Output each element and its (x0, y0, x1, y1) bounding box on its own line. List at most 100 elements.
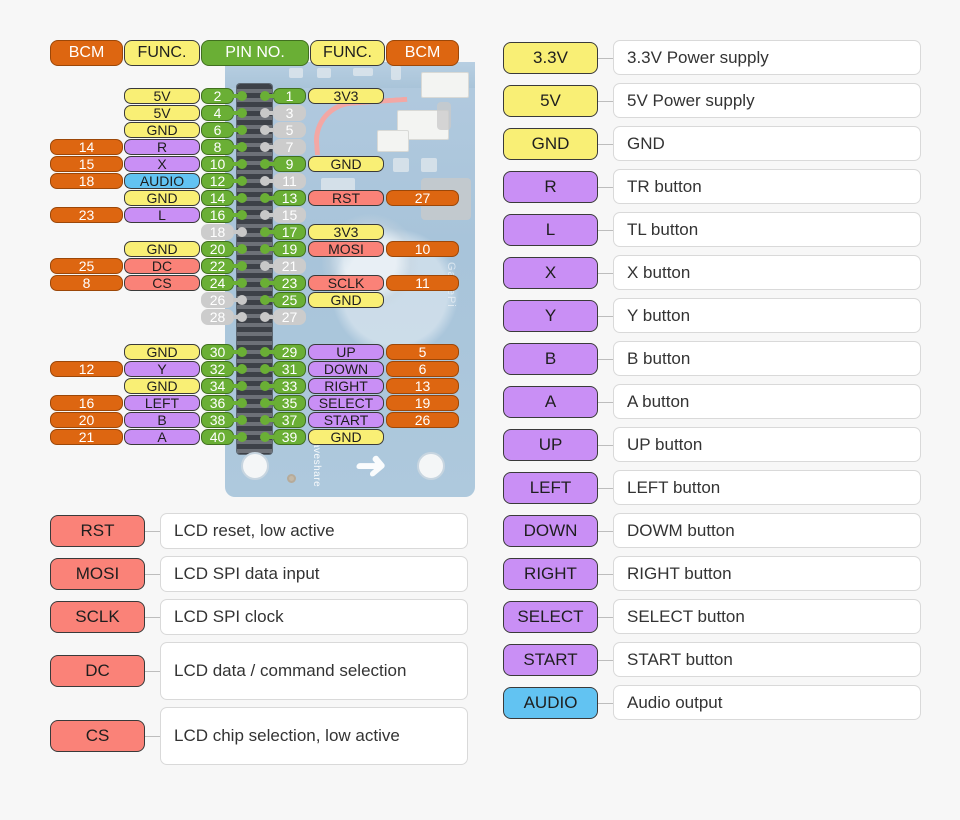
pin-row-number-left: 34 (201, 378, 234, 394)
lead-dot (237, 381, 247, 391)
legend-key: RST (50, 515, 145, 547)
pin-lead-left (233, 247, 245, 251)
legend-connector-line (598, 531, 613, 532)
pin-lead-left (233, 367, 245, 371)
pin-row-bcm-left: 25 (50, 258, 123, 274)
lead-dot (237, 278, 247, 288)
legend-description: TR button (613, 169, 921, 204)
pin-row-number-right: 35 (273, 395, 306, 411)
pin-lead-right (262, 418, 274, 422)
pin-row-func-left: X (124, 156, 200, 172)
pin-row-number-right: 11 (273, 173, 306, 189)
pin-row-number-left: 18 (201, 224, 234, 240)
lead-dot (260, 312, 270, 322)
lead-dot (260, 176, 270, 186)
pin-row-number-right: 5 (273, 122, 306, 138)
pin-row-number-right: 7 (273, 139, 306, 155)
legend-key: START (503, 644, 598, 676)
legend-connector-line (598, 660, 613, 661)
lead-dot (237, 244, 247, 254)
pin-lead-right (262, 315, 274, 319)
pin-row-number-left: 8 (201, 139, 234, 155)
lead-dot (237, 398, 247, 408)
legend-key: CS (50, 720, 145, 752)
legend-connector-line (598, 230, 613, 231)
header-func-left: FUNC. (124, 40, 200, 66)
header-bcm-left: BCM (50, 40, 123, 66)
pin-row-func-right: GND (308, 292, 384, 308)
pin-row-bcm-left: 8 (50, 275, 123, 291)
pin-row-number-right: 37 (273, 412, 306, 428)
smd-chip-1 (289, 68, 303, 78)
pin-row-func-right: 3V3 (308, 224, 384, 240)
lead-dot (237, 364, 247, 374)
pin-row-func-left: DC (124, 258, 200, 274)
pin-row-func-right: 3V3 (308, 88, 384, 104)
pin-row-number-left: 2 (201, 88, 234, 104)
lead-dot (260, 125, 270, 135)
pin-row-number-left: 32 (201, 361, 234, 377)
legend-connector-line (598, 144, 613, 145)
lead-dot (237, 108, 247, 118)
legend-description: Audio output (613, 685, 921, 720)
lead-dot (237, 159, 247, 169)
pin-row-func-right: GND (308, 429, 384, 445)
legend-connector-line (598, 187, 613, 188)
legend-connector-line (598, 574, 613, 575)
pin-row-number-left: 12 (201, 173, 234, 189)
legend-description: UP button (613, 427, 921, 462)
lead-dot (237, 347, 247, 357)
legend-description: DOWM button (613, 513, 921, 548)
pin-lead-left (233, 162, 245, 166)
pin-row-func-left: 5V (124, 105, 200, 121)
pin-row-func-left: R (124, 139, 200, 155)
header-bcm-right: BCM (386, 40, 459, 66)
legend-key: UP (503, 429, 598, 461)
lead-dot (260, 159, 270, 169)
pin-lead-left (233, 315, 245, 319)
legend-connector-line (598, 617, 613, 618)
pin-row-bcm-left: 18 (50, 173, 123, 189)
pin-row-bcm-right: 6 (386, 361, 459, 377)
smd-chip-4 (391, 66, 401, 80)
pin-lead-right (262, 435, 274, 439)
pin-row-number-right: 9 (273, 156, 306, 172)
lead-dot (237, 312, 247, 322)
pin-row-func-right: START (308, 412, 384, 428)
pin-lead-right (262, 196, 274, 200)
pin-lead-left (233, 264, 245, 268)
legend-description: B button (613, 341, 921, 376)
pin-lead-left (233, 298, 245, 302)
pin-row-number-right: 3 (273, 105, 306, 121)
header-pin-no: PIN NO. (201, 40, 309, 66)
pin-row-number-left: 22 (201, 258, 234, 274)
pin-row-func-right: DOWN (308, 361, 384, 377)
lead-dot (237, 193, 247, 203)
pin-row-number-left: 38 (201, 412, 234, 428)
lead-dot (260, 210, 270, 220)
legend-key: 3.3V (503, 42, 598, 74)
pin-row-number-right: 29 (273, 344, 306, 360)
legend-key: SELECT (503, 601, 598, 633)
pin-row-func-left: GND (124, 241, 200, 257)
legend-connector-line (598, 359, 613, 360)
pin-lead-left (233, 401, 245, 405)
waveshare-logo: ➜ (351, 446, 412, 486)
pin-row-number-left: 6 (201, 122, 234, 138)
legend-connector-line (598, 703, 613, 704)
lead-dot (237, 261, 247, 271)
pin-lead-right (262, 230, 274, 234)
legend-key: LEFT (503, 472, 598, 504)
legend-key: X (503, 257, 598, 289)
lead-dot (260, 415, 270, 425)
pin-row-func-right: SCLK (308, 275, 384, 291)
legend-key: AUDIO (503, 687, 598, 719)
pin-row-number-right: 23 (273, 275, 306, 291)
pin-row-func-right: UP (308, 344, 384, 360)
pin-row-bcm-right: 5 (386, 344, 459, 360)
pin-row-bcm-right: 11 (386, 275, 459, 291)
pin-row-func-right: RST (308, 190, 384, 206)
pin-lead-right (262, 145, 274, 149)
pin-row-bcm-right: 13 (386, 378, 459, 394)
legend-connector-line (145, 574, 160, 575)
